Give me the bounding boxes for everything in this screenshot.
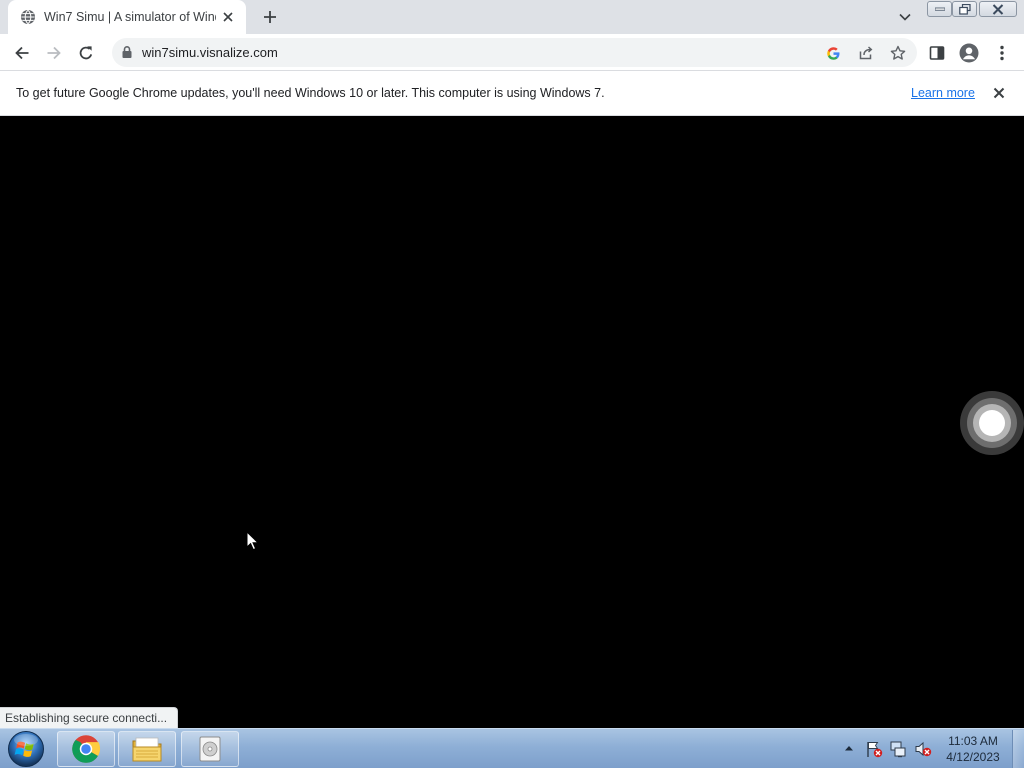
restore-icon: [958, 3, 971, 15]
kebab-menu-icon: [1000, 45, 1004, 61]
learn-more-link[interactable]: Learn more: [911, 86, 975, 100]
share-icon[interactable]: [856, 43, 876, 63]
back-button[interactable]: [9, 40, 35, 66]
windows-taskbar: 11:03 AM 4/12/2023: [0, 728, 1024, 768]
screen: Win7 Simu | A simulator of Windows 7: [0, 0, 1024, 768]
page-content[interactable]: [0, 116, 1024, 728]
google-translate-icon[interactable]: [823, 43, 843, 63]
taskbar-media-button[interactable]: [181, 731, 239, 767]
side-panel-button[interactable]: [924, 40, 950, 66]
close-icon: [993, 87, 1005, 99]
profile-button[interactable]: [956, 40, 982, 66]
volume-muted-icon[interactable]: [914, 740, 932, 758]
tab-search-button[interactable]: [895, 8, 915, 26]
update-infobar: To get future Google Chrome updates, you…: [0, 71, 1024, 116]
action-center-flag-icon[interactable]: [865, 740, 883, 758]
new-tab-button[interactable]: [258, 5, 282, 29]
close-window-button[interactable]: [979, 1, 1017, 17]
restore-button[interactable]: [952, 1, 977, 17]
status-bubble: Establishing secure connecti...: [0, 707, 179, 728]
minimize-button[interactable]: [927, 1, 952, 17]
show-hidden-icons-button[interactable]: [843, 743, 855, 753]
arrow-right-icon: [47, 46, 61, 60]
forward-button[interactable]: [41, 40, 67, 66]
browser-tab[interactable]: Win7 Simu | A simulator of Windows 7: [8, 0, 246, 34]
profile-avatar-icon: [959, 43, 979, 63]
system-clock[interactable]: 11:03 AM 4/12/2023: [940, 733, 1006, 765]
clock-date: 4/12/2023: [946, 750, 1000, 764]
url-text[interactable]: win7simu.visnalize.com: [142, 45, 278, 60]
infobar-message: To get future Google Chrome updates, you…: [16, 86, 605, 100]
chrome-menu-button[interactable]: [989, 40, 1015, 66]
taskbar-chrome-button[interactable]: [57, 731, 115, 767]
reload-button[interactable]: [73, 40, 99, 66]
plus-icon: [264, 11, 276, 23]
globe-icon: [21, 9, 35, 25]
side-panel-icon: [929, 46, 945, 60]
chrome-icon: [72, 735, 101, 763]
show-desktop-button[interactable]: [1012, 730, 1024, 768]
tab-strip: Win7 Simu | A simulator of Windows 7: [0, 0, 1024, 34]
file-explorer-icon: [132, 737, 162, 762]
reload-icon: [79, 46, 93, 60]
tab-title: Win7 Simu | A simulator of Windows 7: [44, 10, 216, 24]
bookmark-star-icon[interactable]: [888, 43, 908, 63]
minimize-icon: [934, 7, 945, 11]
tab-close-icon[interactable]: [220, 9, 236, 25]
clock-time: 11:03 AM: [948, 734, 998, 748]
network-icon[interactable]: [889, 740, 907, 758]
taskbar-explorer-button[interactable]: [118, 731, 176, 767]
assistive-touch-button[interactable]: [960, 391, 1024, 455]
address-bar[interactable]: win7simu.visnalize.com: [112, 38, 917, 67]
close-icon: [992, 3, 1004, 15]
mouse-cursor-icon: [246, 531, 260, 551]
infobar-close-button[interactable]: [991, 85, 1007, 106]
cd-player-icon: [199, 736, 221, 762]
arrow-left-icon: [15, 46, 29, 60]
browser-toolbar: win7simu.visnalize.com: [0, 34, 1024, 71]
start-button[interactable]: [6, 730, 46, 768]
lock-icon[interactable]: [120, 45, 134, 59]
chevron-down-icon: [899, 13, 911, 21]
